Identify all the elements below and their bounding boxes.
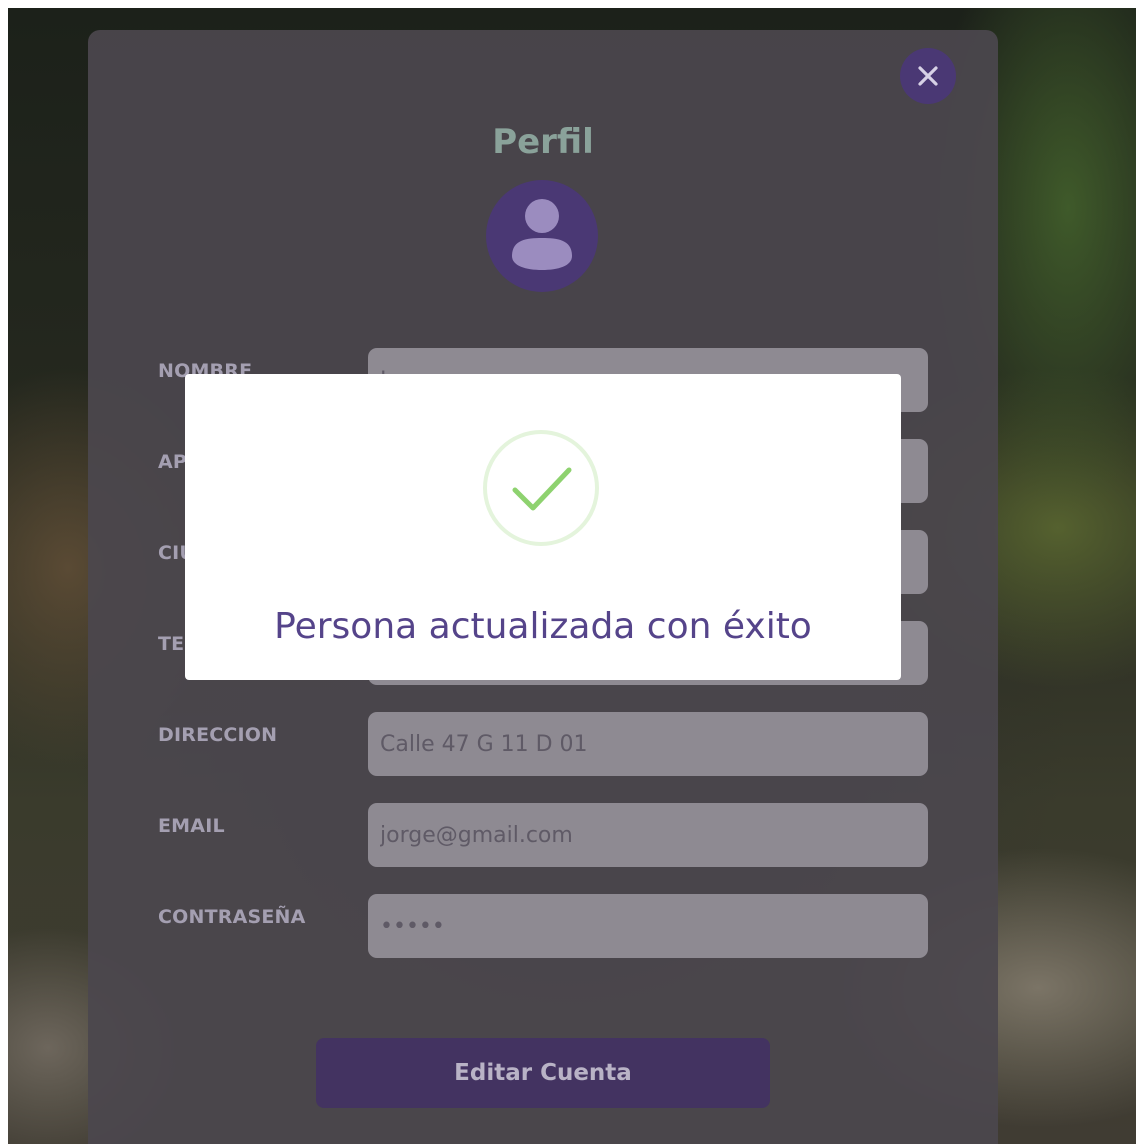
email-label: EMAIL xyxy=(158,815,225,837)
direccion-field[interactable] xyxy=(368,712,928,776)
profile-title: Perfil xyxy=(492,122,594,162)
user-avatar-icon xyxy=(486,180,598,292)
field-row-contrasena: CONTRASEÑA xyxy=(158,894,928,958)
edit-account-button[interactable]: Editar Cuenta xyxy=(316,1038,770,1108)
email-field[interactable] xyxy=(368,803,928,867)
password-field[interactable] xyxy=(368,894,928,958)
field-row-email: EMAIL xyxy=(158,803,928,867)
field-row-direccion: DIRECCION xyxy=(158,712,928,776)
close-icon xyxy=(918,66,938,86)
contrasena-label: CONTRASEÑA xyxy=(158,906,306,928)
close-button[interactable] xyxy=(900,48,956,104)
direccion-label: DIRECCION xyxy=(158,724,278,746)
success-alert: Persona actualizada con éxito xyxy=(185,374,901,680)
alert-message: Persona actualizada con éxito xyxy=(274,606,812,647)
success-check-icon xyxy=(483,430,599,546)
background-photo: Perfil NOMBRE APELLIDO CIUDAD TELEFONO D… xyxy=(8,8,1136,1144)
